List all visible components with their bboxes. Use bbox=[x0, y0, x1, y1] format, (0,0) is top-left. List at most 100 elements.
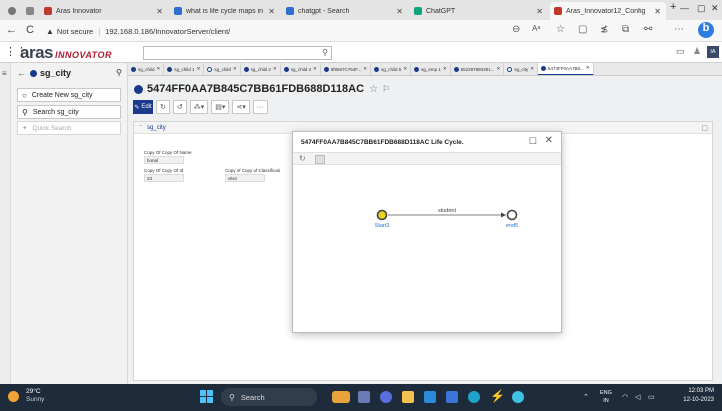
zoom-icon[interactable]: ⊖ bbox=[512, 24, 520, 35]
copilot-icon[interactable]: b bbox=[698, 22, 714, 38]
back-arrow-icon[interactable]: ← bbox=[17, 68, 26, 78]
task-view-icon[interactable] bbox=[358, 391, 370, 403]
refresh-button[interactable]: C bbox=[26, 24, 34, 36]
structure-dropdown[interactable]: ⁂▾ bbox=[189, 100, 209, 114]
lifecycle-state-node[interactable] bbox=[506, 209, 518, 221]
url-text: 192.168.0.186/InnovatorServer/client/ bbox=[105, 26, 231, 36]
field-value-id[interactable]: 23 bbox=[144, 174, 184, 182]
tab-chatgpt-search[interactable]: chatgpt - Search ✕ bbox=[282, 2, 408, 20]
browser-tab-strip: Aras Innovator ✕ what is life cycle maps… bbox=[0, 0, 722, 20]
tab-close-icon[interactable]: ✕ bbox=[654, 7, 661, 16]
lifecycle-state-node[interactable] bbox=[376, 209, 388, 221]
global-search-input[interactable]: ⚲ bbox=[143, 46, 332, 60]
item-tab-close-icon[interactable]: ✕ bbox=[233, 66, 237, 72]
favorite-icon[interactable]: ☆ bbox=[369, 84, 378, 95]
workspaces-tab[interactable] bbox=[22, 2, 38, 20]
item-tab[interactable]: sg_emp 1 ✕ bbox=[411, 63, 451, 75]
new-tab-button[interactable]: + bbox=[670, 1, 676, 13]
pin-icon[interactable]: ⚲ bbox=[116, 68, 122, 77]
item-tab[interactable]: 652287880391... ✕ bbox=[451, 63, 505, 75]
favorites-icon[interactable]: ≴ bbox=[600, 24, 608, 35]
item-tab[interactable]: 5474FF0AA7B8... ✕ bbox=[538, 63, 594, 75]
layout-icon[interactable] bbox=[315, 155, 325, 164]
item-tab-close-icon[interactable]: ✕ bbox=[363, 66, 367, 72]
field-value-classification[interactable]: vitez bbox=[225, 174, 265, 182]
weather-widget[interactable]: 29°C Sunny bbox=[8, 388, 44, 404]
item-tab-close-icon[interactable]: ✕ bbox=[197, 66, 201, 72]
item-tab[interactable]: sg_child 1 ✕ bbox=[164, 63, 205, 75]
chat-app-icon[interactable] bbox=[380, 391, 392, 403]
lifecycle-button[interactable]: ↺ bbox=[172, 100, 187, 114]
store-app-icon[interactable] bbox=[446, 391, 458, 403]
more-button[interactable]: ··· bbox=[252, 100, 268, 114]
maximize-panel-icon[interactable]: ▢ bbox=[701, 124, 708, 132]
notification-icon[interactable]: ♟ bbox=[693, 46, 701, 57]
back-button[interactable]: ← bbox=[6, 24, 17, 36]
collections-icon[interactable]: ⧉ bbox=[622, 24, 629, 35]
battery-icon[interactable]: ▭ bbox=[648, 393, 655, 401]
close-icon[interactable]: ✕ bbox=[545, 135, 553, 146]
item-tab-close-icon[interactable]: ✕ bbox=[586, 65, 590, 71]
lightning-app-icon[interactable]: ⚡ bbox=[490, 389, 505, 403]
collapse-caret-icon[interactable]: ⌃ bbox=[138, 124, 143, 131]
item-tab[interactable]: sg_city ✕ bbox=[504, 63, 539, 75]
clock[interactable]: 12:03 PM 12-10-2023 bbox=[683, 387, 714, 405]
tab-aras-innovator[interactable]: Aras Innovator ✕ bbox=[40, 2, 168, 20]
item-tab-close-icon[interactable]: ✕ bbox=[313, 66, 317, 72]
quick-search-input[interactable]: ✦ Quick Search bbox=[17, 121, 121, 135]
search-icon[interactable]: ⚲ bbox=[322, 48, 328, 57]
item-tab-close-icon[interactable]: ✕ bbox=[443, 66, 447, 72]
vscode-app-icon[interactable] bbox=[512, 391, 524, 403]
split-screen-icon[interactable]: ▢ bbox=[578, 24, 587, 35]
item-tab[interactable]: sg_child 5 ✕ bbox=[371, 63, 412, 75]
tab-close-icon[interactable]: ✕ bbox=[396, 7, 403, 16]
tray-chevron-icon[interactable]: ⌃ bbox=[583, 393, 589, 401]
item-tab-close-icon[interactable]: ✕ bbox=[496, 66, 500, 72]
tab-aras-config[interactable]: Aras_Innovator12_Config ✕ bbox=[550, 2, 666, 20]
start-button[interactable] bbox=[200, 390, 213, 403]
flag-icon[interactable]: ⚐ bbox=[382, 84, 390, 95]
maximize-icon[interactable]: ☐ bbox=[529, 136, 537, 147]
edit-button[interactable]: ✎ Edit bbox=[133, 100, 153, 114]
item-tab-close-icon[interactable]: ✕ bbox=[157, 66, 161, 72]
field-value-name[interactable]: bonal bbox=[144, 156, 184, 164]
profile-tab[interactable] bbox=[4, 2, 20, 20]
mail-app-icon[interactable] bbox=[424, 391, 436, 403]
minimize-button[interactable]: — bbox=[680, 3, 689, 13]
favorite-star-icon[interactable]: ☆ bbox=[556, 24, 565, 35]
edge-browser-icon[interactable] bbox=[468, 391, 480, 403]
extensions-icon[interactable]: ⚯ bbox=[644, 24, 652, 35]
close-window-button[interactable]: ✕ bbox=[711, 3, 719, 14]
tab-close-icon[interactable]: ✕ bbox=[156, 7, 163, 16]
item-tab-close-icon[interactable]: ✕ bbox=[273, 66, 277, 72]
refresh-button[interactable]: ↻ bbox=[156, 100, 170, 114]
item-tab[interactable]: 5f8667C764F... ✕ bbox=[321, 63, 372, 75]
document-dropdown[interactable]: ▤▾ bbox=[211, 100, 230, 114]
item-tab[interactable]: sg_child ✕ bbox=[128, 63, 165, 75]
user-avatar[interactable]: IA bbox=[707, 46, 719, 58]
url-field[interactable]: ▲ Not secure | 192.168.0.186/InnovatorSe… bbox=[46, 23, 606, 39]
taskbar-search[interactable]: ⚲ Search bbox=[221, 388, 317, 406]
create-new-button[interactable]: ○ Create New sg_city bbox=[17, 88, 121, 102]
item-tab[interactable]: sg_child ✕ bbox=[204, 63, 241, 75]
tab-close-icon[interactable]: ✕ bbox=[268, 7, 275, 16]
read-aloud-icon[interactable]: Aᵃ bbox=[532, 24, 540, 33]
language-indicator[interactable]: ENG IN bbox=[600, 389, 612, 405]
volume-icon[interactable]: ◁ bbox=[635, 393, 640, 401]
item-tab[interactable]: sg_child 2 ✕ bbox=[241, 63, 281, 75]
file-explorer-icon[interactable] bbox=[402, 391, 414, 403]
tab-chatgpt[interactable]: ChatGPT ✕ bbox=[410, 2, 548, 20]
item-tab[interactable]: sg_child 3 ✕ bbox=[281, 63, 321, 75]
refresh-icon[interactable]: ↻ bbox=[299, 154, 306, 163]
tab-close-icon[interactable]: ✕ bbox=[536, 7, 543, 16]
wifi-icon[interactable]: ◠ bbox=[622, 393, 628, 401]
tab-bing-search[interactable]: what is life cycle maps in ✕ bbox=[170, 2, 280, 20]
window-layout-icon[interactable]: ▭ bbox=[676, 46, 685, 57]
search-itemtype-button[interactable]: ⚲ Search sg_city bbox=[17, 105, 121, 119]
share-dropdown[interactable]: ⋖▾ bbox=[232, 100, 250, 114]
restore-button[interactable]: ▢ bbox=[697, 3, 706, 14]
item-tab-close-icon[interactable]: ✕ bbox=[403, 66, 407, 72]
item-tab-close-icon[interactable]: ✕ bbox=[530, 66, 534, 72]
widgets-app-icon[interactable] bbox=[332, 391, 350, 403]
more-menu-icon[interactable]: ⋯ bbox=[674, 24, 684, 35]
